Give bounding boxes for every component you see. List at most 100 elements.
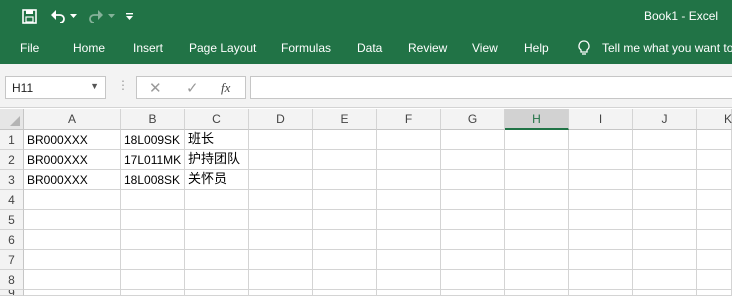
empty-cell[interactable] <box>249 130 313 150</box>
empty-cell[interactable] <box>697 170 732 190</box>
empty-cell[interactable] <box>249 150 313 170</box>
row-header-4[interactable]: 4 <box>0 190 24 210</box>
empty-cell[interactable] <box>377 130 441 150</box>
empty-cell[interactable] <box>697 210 732 230</box>
empty-cell[interactable] <box>633 210 697 230</box>
empty-cell[interactable] <box>185 250 249 270</box>
empty-cell[interactable] <box>697 290 732 296</box>
formula-bar-handle-icon[interactable]: ⋮ <box>117 78 129 92</box>
empty-cell[interactable] <box>633 130 697 150</box>
row-header-2[interactable]: 2 <box>0 150 24 170</box>
empty-cell[interactable] <box>121 230 185 250</box>
tell-me-search[interactable]: Tell me what you want to do <box>577 40 732 56</box>
column-header-g[interactable]: G <box>441 109 505 130</box>
empty-cell[interactable] <box>377 250 441 270</box>
empty-cell[interactable] <box>185 210 249 230</box>
empty-cell[interactable] <box>24 230 121 250</box>
row-header-5[interactable]: 5 <box>0 210 24 230</box>
tab-insert[interactable]: Insert <box>133 41 163 55</box>
empty-cell[interactable] <box>569 130 633 150</box>
tab-view[interactable]: View <box>472 41 498 55</box>
empty-cell[interactable] <box>697 190 732 210</box>
empty-cell[interactable] <box>569 190 633 210</box>
empty-cell[interactable] <box>185 290 249 296</box>
cell-b2[interactable]: 17L011MK <box>121 150 185 170</box>
empty-cell[interactable] <box>569 150 633 170</box>
row-header-9[interactable]: 9 <box>0 290 24 296</box>
empty-cell[interactable] <box>697 250 732 270</box>
empty-cell[interactable] <box>249 190 313 210</box>
column-header-h[interactable]: H <box>505 109 569 130</box>
empty-cell[interactable] <box>441 250 505 270</box>
tab-review[interactable]: Review <box>408 41 447 55</box>
empty-cell[interactable] <box>313 270 377 290</box>
empty-cell[interactable] <box>313 230 377 250</box>
empty-cell[interactable] <box>633 150 697 170</box>
empty-cell[interactable] <box>377 170 441 190</box>
tab-help[interactable]: Help <box>524 41 549 55</box>
cell-b3[interactable]: 18L008SK <box>121 170 185 190</box>
column-header-j[interactable]: J <box>633 109 697 130</box>
customize-toolbar-icon[interactable] <box>123 0 135 32</box>
empty-cell[interactable] <box>441 130 505 150</box>
empty-cell[interactable] <box>633 250 697 270</box>
cancel-icon[interactable]: ✕ <box>149 79 162 97</box>
redo-icon[interactable] <box>86 0 106 32</box>
empty-cell[interactable] <box>633 170 697 190</box>
empty-cell[interactable] <box>121 250 185 270</box>
column-header-c[interactable]: C <box>185 109 249 130</box>
empty-cell[interactable] <box>697 270 732 290</box>
undo-dropdown-icon[interactable] <box>68 0 78 32</box>
column-header-i[interactable]: I <box>569 109 633 130</box>
empty-cell[interactable] <box>569 250 633 270</box>
empty-cell[interactable] <box>249 250 313 270</box>
empty-cell[interactable] <box>185 230 249 250</box>
row-header-3[interactable]: 3 <box>0 170 24 190</box>
empty-cell[interactable] <box>313 150 377 170</box>
tab-home[interactable]: Home <box>73 41 105 55</box>
empty-cell[interactable] <box>441 150 505 170</box>
row-header-7[interactable]: 7 <box>0 250 24 270</box>
empty-cell[interactable] <box>633 290 697 296</box>
empty-cell[interactable] <box>697 130 732 150</box>
cell-a1[interactable]: BR000XXX <box>24 130 121 150</box>
empty-cell[interactable] <box>121 290 185 296</box>
empty-cell[interactable] <box>24 250 121 270</box>
name-box[interactable]: H11 ▼ <box>5 76 106 99</box>
empty-cell[interactable] <box>505 150 569 170</box>
redo-dropdown-icon[interactable] <box>106 0 116 32</box>
empty-cell[interactable] <box>441 190 505 210</box>
column-header-b[interactable]: B <box>121 109 185 130</box>
insert-function-icon[interactable]: fx <box>221 80 230 96</box>
empty-cell[interactable] <box>441 230 505 250</box>
empty-cell[interactable] <box>249 290 313 296</box>
empty-cell[interactable] <box>569 270 633 290</box>
empty-cell[interactable] <box>24 290 121 296</box>
empty-cell[interactable] <box>441 290 505 296</box>
cell-a2[interactable]: BR000XXX <box>24 150 121 170</box>
formula-input[interactable] <box>250 76 732 99</box>
cell-b1[interactable]: 18L009SK <box>121 130 185 150</box>
empty-cell[interactable] <box>569 230 633 250</box>
tab-page-layout[interactable]: Page Layout <box>189 41 256 55</box>
empty-cell[interactable] <box>697 150 732 170</box>
empty-cell[interactable] <box>313 250 377 270</box>
empty-cell[interactable] <box>377 290 441 296</box>
empty-cell[interactable] <box>441 270 505 290</box>
row-header-6[interactable]: 6 <box>0 230 24 250</box>
empty-cell[interactable] <box>441 170 505 190</box>
empty-cell[interactable] <box>505 210 569 230</box>
empty-cell[interactable] <box>569 210 633 230</box>
empty-cell[interactable] <box>505 170 569 190</box>
empty-cell[interactable] <box>505 290 569 296</box>
empty-cell[interactable] <box>24 190 121 210</box>
empty-cell[interactable] <box>377 270 441 290</box>
empty-cell[interactable] <box>185 270 249 290</box>
row-header-1[interactable]: 1 <box>0 130 24 150</box>
enter-icon[interactable]: ✓ <box>186 79 199 97</box>
empty-cell[interactable] <box>505 250 569 270</box>
empty-cell[interactable] <box>505 270 569 290</box>
empty-cell[interactable] <box>505 190 569 210</box>
empty-cell[interactable] <box>377 210 441 230</box>
empty-cell[interactable] <box>313 190 377 210</box>
